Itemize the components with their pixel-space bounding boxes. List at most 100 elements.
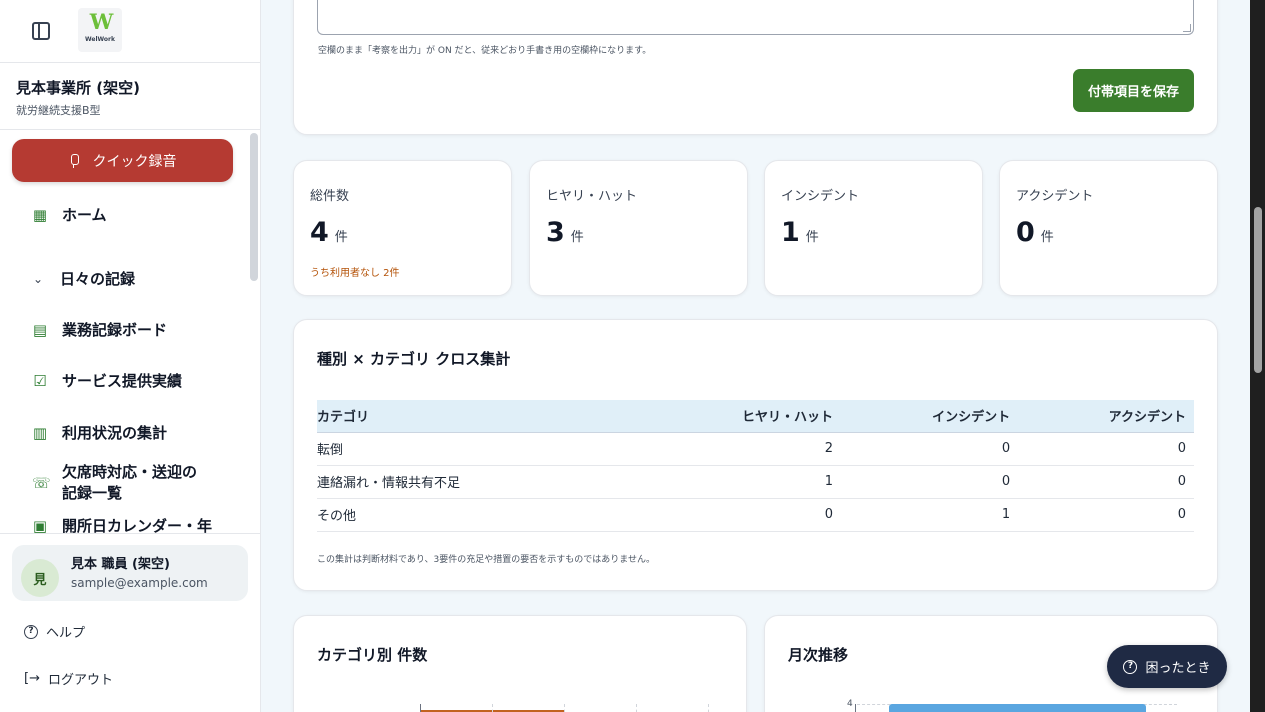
user-email: sample@example.com [71,576,208,590]
stat-unit: 件 [805,230,819,245]
help-link[interactable]: ? ヘルプ [24,622,85,641]
quick-record-button[interactable]: クイック録音 [12,139,233,182]
sidebar-item-label: 業務記録ボード [62,321,168,339]
sidebar-header: W WelWork [0,0,260,63]
stat-card-near-miss: ヒヤリ・ハット 3件 [529,160,748,296]
trouble-help-button[interactable]: ? 困ったとき [1107,645,1227,688]
sidebar-toggle-icon[interactable] [32,22,50,40]
logout-link[interactable]: [→ ログアウト [24,669,113,688]
sidebar-item-label: 日々の記録 [60,270,136,288]
table-cell: 連絡漏れ・情報共有不足 [317,465,637,499]
sidebar-item-service-results[interactable]: ☑ サービス提供実績 [32,370,232,391]
phone-icon: ☏ [32,474,51,492]
column-header: カテゴリ [317,400,637,433]
chart-gridline [708,704,709,712]
table-row: 転倒 2 0 0 [317,432,1194,466]
table-cell: 0 [1018,498,1194,532]
table-cell: 2 [637,432,841,466]
sidebar: W WelWork 見本事業所 (架空) 就労継続支援B型 クイック録音 ▦ ホ… [0,0,261,712]
stat-value: 1件 [781,217,819,248]
cross-tab-title: 種別 × カテゴリ クロス集計 [317,350,511,368]
sidebar-item-work-record-board[interactable]: ▤ 業務記録ボード [32,319,232,340]
user-card[interactable]: 見 見本 職員 (架空) sample@example.com [12,545,248,601]
table-cell: 0 [1018,465,1194,499]
bar-chart-icon: ▥ [32,423,48,442]
column-header: ヒヤリ・ハット [637,400,841,433]
logo-mark-icon: W [89,9,114,34]
sidebar-scrollbar[interactable] [250,133,258,281]
org-name: 見本事業所 (架空) [16,79,140,97]
grid-icon: ▦ [32,205,48,224]
sidebar-item-absence-transport[interactable]: ☏ 欠席時対応・送迎の記録一覧 [32,462,207,504]
stat-number: 3 [546,217,565,248]
sidebar-group-daily-records[interactable]: ⌄ 日々の記録 [30,268,230,289]
chart-gridline [636,704,637,712]
stat-number: 1 [781,217,800,248]
organization-info: 見本事業所 (架空) 就労継続支援B型 [0,63,260,130]
logout-label: ログアウト [47,673,113,688]
column-header: アクシデント [1018,400,1194,433]
stat-number: 0 [1016,217,1035,248]
chart-gridline [564,704,565,712]
table-cell: 1 [840,498,1019,532]
stat-value: 3件 [546,217,584,248]
stat-value: 0件 [1016,217,1054,248]
category-chart-title: カテゴリ別 件数 [317,646,428,664]
table-header-row: カテゴリ ヒヤリ・ハット インシデント アクシデント [317,400,1194,433]
stat-label: インシデント [781,189,860,204]
sidebar-item-label: サービス提供実績 [62,372,183,390]
table-cell: その他 [317,498,637,532]
chart-gridline [492,704,493,712]
stat-label: 総件数 [310,189,350,204]
resize-handle-icon[interactable] [1183,24,1191,32]
help-icon: ? [24,624,38,639]
help-icon: ? [1123,659,1138,674]
consideration-textarea[interactable] [317,0,1194,35]
table-cell: 0 [840,465,1019,499]
microphone-icon [69,153,79,168]
sidebar-item-label: 利用状況の集計 [62,424,168,442]
page-scrollbar-thumb[interactable] [1254,207,1262,373]
stat-subnote: うち利用者なし 2件 [310,268,400,279]
user-name: 見本 職員 (架空) [71,557,170,572]
sidebar-item-calendar[interactable]: ▣ 開所日カレンダー・年 [32,515,232,534]
stat-value: 4件 [310,217,348,248]
help-label: ヘルプ [46,626,86,641]
clipboard-icon: ▤ [32,320,48,339]
org-type: 就労継続支援B型 [16,104,101,117]
chart-tick-label: 4 [847,699,853,709]
sidebar-item-label: 欠席時対応・送迎の記録一覧 [62,463,198,502]
avatar: 見 [21,559,59,597]
sidebar-item-label: 開所日カレンダー・年 [62,517,213,534]
stat-card-total: 総件数 4件 うち利用者なし 2件 [293,160,512,296]
stat-label: アクシデント [1016,189,1094,204]
logo-text: WelWork [84,36,115,43]
table-cell: 0 [1018,432,1194,466]
logout-icon: [→ [24,671,40,686]
clipboard-check-icon: ☑ [33,371,47,390]
table-cell: 1 [637,465,841,499]
stat-card-incident: インシデント 1件 [764,160,983,296]
trouble-help-label: 困ったとき [1145,661,1211,676]
table-cell: 転倒 [317,432,637,466]
table-row: その他 0 1 0 [317,498,1194,532]
chevron-down-icon: ⌄ [32,271,44,286]
save-supplementary-button[interactable]: 付帯項目を保存 [1073,69,1194,112]
chart-bar [889,704,1146,712]
stat-unit: 件 [334,230,348,245]
supplementary-items-card: 空欄のまま「考察を出力」が ON だと、従来どおり手書き用の空欄枠になります。 … [293,0,1218,135]
sidebar-item-usage-summary[interactable]: ▥ 利用状況の集計 [32,422,232,443]
cross-tab-card: 種別 × カテゴリ クロス集計 カテゴリ ヒヤリ・ハット インシデント アクシデ… [293,319,1218,591]
calendar-icon: ▣ [32,516,48,534]
category-chart-card: カテゴリ別 件数 [293,615,747,712]
chart-axis [855,704,856,712]
stat-label: ヒヤリ・ハット [546,189,638,204]
sidebar-item-home[interactable]: ▦ ホーム [32,204,232,225]
logo[interactable]: W WelWork [78,8,122,52]
sidebar-nav: クイック録音 ▦ ホーム ⌄ 日々の記録 ▤ 業務記録ボード ☑ サービス提供実… [0,131,260,534]
monthly-chart-title: 月次推移 [788,646,849,664]
stat-unit: 件 [570,230,584,245]
quick-record-label: クイック録音 [92,153,177,170]
table-cell: 0 [637,498,841,532]
stat-number: 4 [310,217,329,248]
